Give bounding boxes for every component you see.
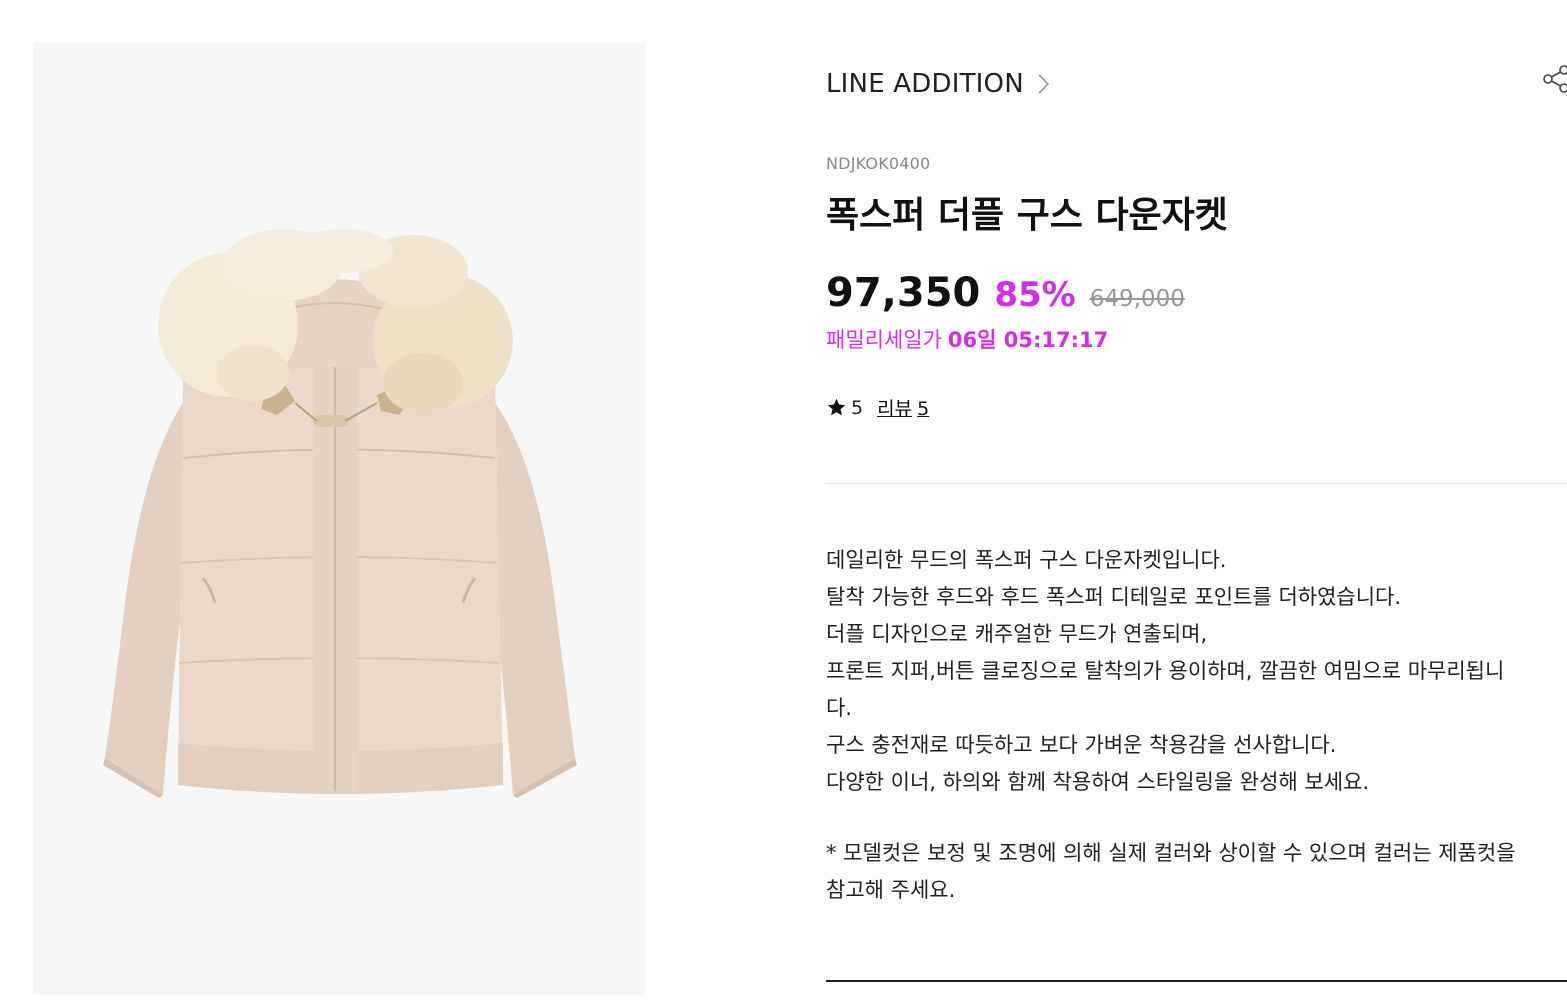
section-divider [826, 483, 1567, 484]
description-notice-line: * 모델컷은 보정 및 조명에 의해 실제 컬러와 상이할 수 있으며 컬러는 … [826, 841, 1516, 865]
description-line: 데일리한 무드의 폭스퍼 구스 다운자켓입니다. [826, 548, 1227, 572]
description-line: 프론트 지퍼,버튼 클로징으로 탈착의가 용이하며, 깔끔한 여밈으로 마무리됩… [826, 659, 1505, 683]
sale-countdown: 06일 05:17:17 [947, 328, 1109, 352]
description-line: 탈착 가능한 후드와 후드 폭스퍼 디테일로 포인트를 더하였습니다. [826, 585, 1402, 609]
family-sale-label: 패밀리세일가 [826, 328, 942, 352]
share-icon[interactable] [1540, 64, 1567, 94]
review-label[interactable]: 리뷰 [877, 398, 912, 420]
rating-row: 5 리뷰 5 [826, 394, 929, 421]
brand-name[interactable]: LINE ADDITION [826, 69, 1024, 99]
description-line: 구스 충전재로 따듯하고 보다 가벼운 착용감을 선사합니다. [826, 733, 1337, 757]
price-row: 97,350 85% 649,000 [826, 270, 1185, 316]
product-title: 폭스퍼 더플 구스 다운자켓 [826, 195, 1228, 236]
review-link[interactable]: 리뷰 5 [877, 394, 929, 421]
description-notice-line: 참고해 주세요. [826, 878, 956, 902]
product-detail-page: LINE ADDITION NDJKOK0400 폭스퍼 더플 구스 다운자켓 … [0, 0, 1567, 1004]
description-line: 다. [826, 696, 852, 720]
product-image-panel [33, 43, 645, 995]
description-line: 다양한 이너, 하의와 함께 착용하여 스타일링을 완성해 보세요. [826, 770, 1370, 794]
sale-price: 97,350 [826, 270, 981, 316]
star-icon [827, 398, 846, 416]
chevron-right-icon [1038, 74, 1049, 94]
product-description: 데일리한 무드의 폭스퍼 구스 다운자켓입니다. 탈착 가능한 후드와 후드 폭… [826, 542, 1567, 909]
product-image [103, 229, 577, 798]
family-sale-row: 패밀리세일가 06일 05:17:17 [826, 324, 1108, 354]
product-info: LINE ADDITION NDJKOK0400 폭스퍼 더플 구스 다운자켓 … [826, 0, 1567, 1004]
brand-link[interactable]: LINE ADDITION [826, 66, 1052, 102]
product-code: NDJKOK0400 [826, 154, 931, 173]
description-line: 더플 디자인으로 캐주얼한 무드가 연출되며, [826, 622, 1208, 646]
rating-score: 5 [851, 396, 864, 419]
review-count[interactable]: 5 [917, 398, 929, 420]
original-price: 649,000 [1089, 286, 1185, 312]
description-bottom-divider [826, 980, 1567, 982]
discount-rate: 85% [994, 275, 1076, 315]
